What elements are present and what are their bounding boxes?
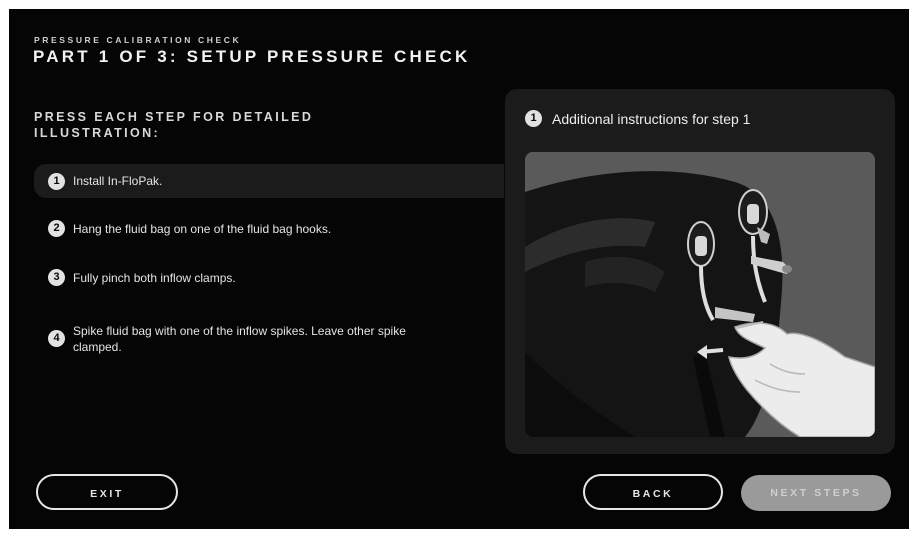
step-item-1[interactable]: 1 Install In-FloPak. (34, 164, 504, 198)
instructions-heading: PRESS EACH STEP FOR DETAILED ILLUSTRATIO… (34, 110, 314, 140)
exit-button[interactable]: EXIT (36, 474, 178, 510)
step-item-2[interactable]: 2 Hang the fluid bag on one of the fluid… (34, 220, 504, 237)
step-text: Install In-FloPak. (73, 174, 163, 188)
back-button[interactable]: BACK (583, 474, 723, 510)
page-title: PART 1 OF 3: SETUP PRESSURE CHECK (33, 47, 471, 66)
detail-panel-header: 1 Additional instructions for step 1 (525, 110, 750, 127)
step-number-badge: 2 (48, 220, 65, 237)
step-number-badge: 3 (48, 269, 65, 286)
step-illustration (525, 152, 875, 437)
calibration-screen: PRESSURE CALIBRATION CHECK PART 1 OF 3: … (9, 9, 909, 529)
device-illustration-image (525, 152, 875, 437)
detail-panel: 1 Additional instructions for step 1 (505, 89, 895, 454)
step-text: Fully pinch both inflow clamps. (73, 271, 236, 285)
detail-panel-title: Additional instructions for step 1 (552, 110, 751, 127)
step-text: Hang the fluid bag on one of the fluid b… (73, 222, 332, 236)
step-item-3[interactable]: 3 Fully pinch both inflow clamps. (34, 269, 504, 286)
header-subtitle: PRESSURE CALIBRATION CHECK (34, 35, 242, 45)
next-steps-button[interactable]: NEXT STEPS (741, 475, 891, 511)
step-number-badge: 4 (48, 330, 65, 347)
step-number-badge: 1 (48, 172, 65, 190)
step-text: Spike fluid bag with one of the inflow s… (73, 324, 406, 354)
step-item-4[interactable]: 4 Spike fluid bag with one of the inflow… (34, 322, 504, 355)
detail-step-badge: 1 (525, 110, 542, 127)
